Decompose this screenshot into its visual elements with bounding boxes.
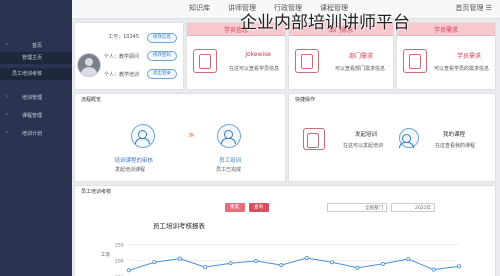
process-item-desc: 员工已完成 <box>215 167 241 173</box>
data-point[interactable] <box>203 265 208 270</box>
data-point[interactable] <box>431 267 436 272</box>
sidebar: 首页 ‹ 管理主页 员工培训考核 培训管理 ‹ 课程管理 ‹ 培训计划 ‹ <box>0 0 72 276</box>
card-title: 部门需求 <box>348 53 373 60</box>
data-point[interactable] <box>127 268 132 273</box>
card-title: 学员需求 <box>456 53 481 60</box>
card-desc: 在这可以查看学员信息 <box>228 66 279 72</box>
data-point[interactable] <box>228 261 233 266</box>
logout-button[interactable]: 退出登录 <box>147 69 177 79</box>
dept-select[interactable]: 全部部门 <box>327 203 387 212</box>
chart-title: 员工培训考核报表 <box>153 222 205 230</box>
sidebar-item-assessment[interactable]: 员工培训考核 <box>0 68 72 80</box>
quick-item-desc: 在这查看我的课程 <box>434 143 475 149</box>
data-point[interactable] <box>253 258 258 263</box>
sidebar-item-courses[interactable]: 课程管理 ‹ <box>0 110 72 122</box>
chevron-icon: ‹ <box>5 41 8 48</box>
profile-line-id: 工号：10245 <box>108 34 139 40</box>
sidebar-item-plan[interactable]: 培训计划 ‹ <box>0 128 72 140</box>
quick-item-title[interactable]: 发起培训 <box>355 130 377 138</box>
data-point[interactable] <box>304 256 309 261</box>
refresh-icon <box>399 128 419 148</box>
process-item-desc: 发起培训课程 <box>114 167 145 173</box>
sidebar-item-dashboard[interactable]: 管理主页 <box>0 52 72 64</box>
quick-actions-panel: 快捷操作 发起培训 在这可以发起培训 我的课程 在这查看我的课程 <box>288 93 496 182</box>
series-label: 工资 <box>101 251 110 258</box>
profile-line-title: 个人：教学培训 <box>103 72 139 78</box>
card-title: Jokewise <box>245 51 271 58</box>
process-item-title[interactable]: 培训课程的审核 <box>114 156 153 164</box>
stat-card-student-needs[interactable]: 学员需求 学员需求 可以查看学员的需求信息 <box>396 22 496 90</box>
year-select[interactable]: 2021年 <box>391 203 435 212</box>
data-point[interactable] <box>152 260 157 265</box>
document-icon <box>193 49 217 73</box>
data-point[interactable] <box>457 264 462 269</box>
document-icon <box>403 49 427 73</box>
data-point[interactable] <box>406 256 411 261</box>
profile-panel: 工号：10245 个人：教学顾问 个人：教学培训 修改信息 修改密码 退出登录 <box>74 22 184 90</box>
card-desc: 可以查看学员的需求信息 <box>433 66 489 72</box>
data-point[interactable] <box>330 260 335 265</box>
user-icon <box>131 124 155 148</box>
card-desc: 可以查看部门需求信息 <box>334 66 385 72</box>
chevron-icon: ‹ <box>5 129 8 136</box>
process-item-title[interactable]: 员工培训 <box>219 156 241 164</box>
topbar-item-home[interactable]: 首页管理 ☰ <box>455 3 492 13</box>
platform-watermark: 企业内部培训讲师平台 <box>240 13 410 33</box>
line-chart: 250200150工资 <box>101 242 462 276</box>
quick-item-desc: 在这可以发起培训 <box>342 143 383 149</box>
profile-line-role: 个人：教学顾问 <box>103 54 139 60</box>
user-icon <box>217 124 241 148</box>
chevron-icon: ‹ <box>5 111 8 118</box>
reset-button[interactable]: 重置 <box>225 203 245 212</box>
query-button[interactable]: 查询 <box>249 203 269 212</box>
edit-info-button[interactable]: 修改信息 <box>147 33 177 43</box>
assessment-report-panel: 员工培训考核 2021年 全部部门 查询 重置 员工培训考核报表 2502001… <box>74 185 496 276</box>
change-password-button[interactable]: 修改密码 <box>147 51 177 61</box>
process-panel: 流程概览 培训课程的审核 发起培训课程 ‹‹‹ 员工培训 员工已完成 <box>74 93 286 182</box>
topbar-item-knowledge[interactable]: 知识库 <box>189 3 210 13</box>
data-point[interactable] <box>177 256 182 261</box>
panel-header: 员工培训考核 <box>81 189 112 195</box>
data-point[interactable] <box>279 263 284 268</box>
y-tick-label: 250 <box>115 242 124 248</box>
chevron-icon: ‹ <box>5 93 8 100</box>
sidebar-item-home[interactable]: 首页 ‹ <box>0 40 72 52</box>
document-icon <box>295 49 319 73</box>
arrow-icon: ‹‹‹ <box>190 128 195 141</box>
data-point[interactable] <box>380 261 385 266</box>
data-point[interactable] <box>355 265 360 270</box>
panel-header: 快捷操作 <box>295 97 316 103</box>
quick-item-title[interactable]: 我的课程 <box>443 130 465 138</box>
card-header: 学员需求 <box>397 23 495 36</box>
panel-header: 流程概览 <box>81 97 102 103</box>
sidebar-item-training[interactable]: 培训管理 ‹ <box>0 92 72 104</box>
person-icon <box>303 128 325 150</box>
y-tick-label: 200 <box>115 259 124 265</box>
avatar <box>77 53 101 77</box>
